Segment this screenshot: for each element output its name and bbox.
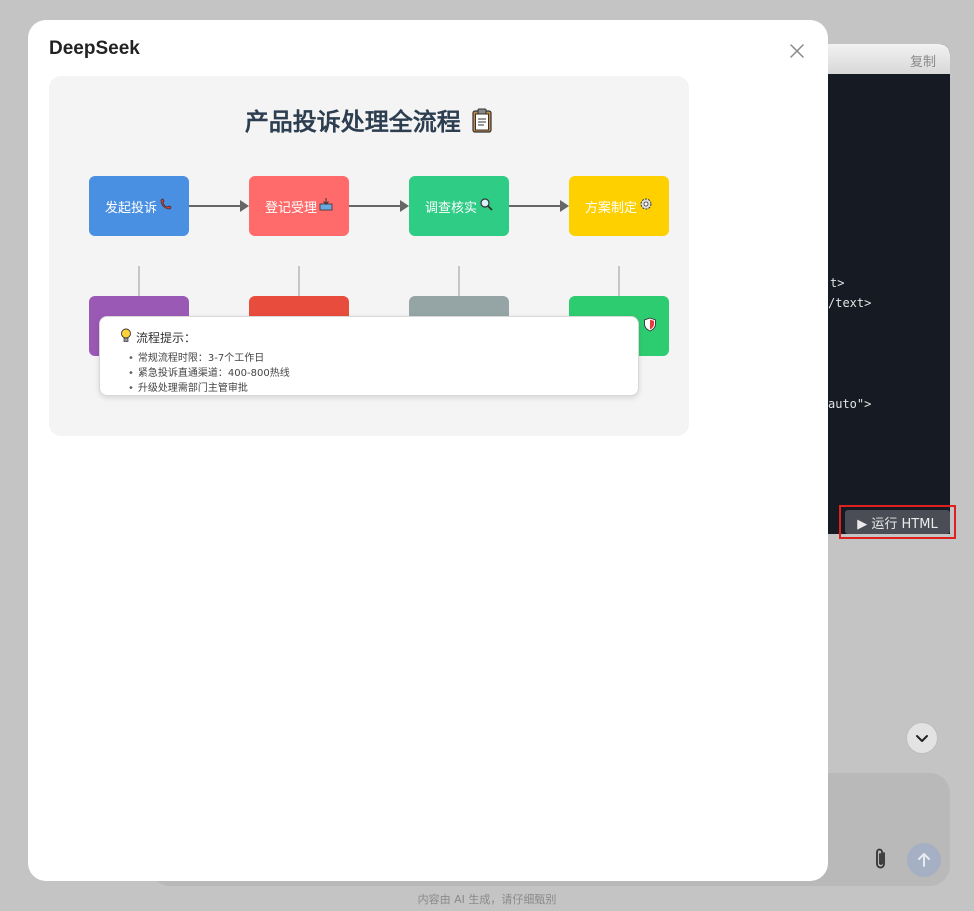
- inbox-icon: [319, 197, 333, 215]
- clipboard-icon: [471, 107, 493, 139]
- scroll-down-button[interactable]: [906, 722, 938, 754]
- connector-line: [298, 266, 300, 296]
- tip-heading: 流程提示：: [120, 328, 196, 346]
- phone-icon: [159, 197, 173, 215]
- step-register: 登记受理: [249, 176, 349, 236]
- flow-arrow: [509, 200, 569, 212]
- run-html-button[interactable]: ▶ 运行 HTML: [845, 510, 950, 534]
- step-initiate-complaint: 发起投诉: [89, 176, 189, 236]
- connector-line: [618, 266, 620, 296]
- tip-item: 升级处理需部门主管审批: [128, 381, 290, 396]
- step-investigate: 调查核实: [409, 176, 509, 236]
- connector-line: [458, 266, 460, 296]
- copy-button[interactable]: 复制: [910, 51, 936, 70]
- connector-line: [138, 266, 140, 296]
- step-label: 登记受理: [264, 200, 317, 216]
- gear-icon: [639, 197, 653, 215]
- send-button[interactable]: [907, 843, 941, 877]
- tip-title: 流程提示：: [136, 330, 197, 345]
- code-line: auto">: [828, 397, 872, 411]
- html-preview-modal: DeepSeek 产品投诉处理全流程 发起投诉 登记受理 调查核实 方案制定 流…: [28, 20, 828, 881]
- modal-title: DeepSeek: [49, 38, 140, 59]
- arrow-up-icon: [918, 853, 930, 867]
- flow-arrow: [349, 200, 409, 212]
- tip-item: 紧急投诉直通渠道：400-800热线: [128, 366, 290, 381]
- step-label: 调查核实: [424, 200, 477, 216]
- magnifier-icon: [479, 197, 493, 215]
- close-button[interactable]: [788, 42, 806, 60]
- html-preview-canvas: 产品投诉处理全流程 发起投诉 登记受理 调查核实 方案制定 流程提示： • 常规…: [49, 76, 689, 436]
- step-plan: 方案制定: [569, 176, 669, 236]
- flow-arrow: [189, 200, 249, 212]
- run-html-label: ▶ 运行 HTML: [857, 516, 938, 532]
- tip-list: 常规流程时限：3-7个工作日 紧急投诉直通渠道：400-800热线 升级处理需部…: [128, 351, 290, 396]
- close-icon: [790, 44, 804, 58]
- paperclip-icon: [876, 848, 885, 869]
- run-html-highlight: ▶ 运行 HTML: [839, 505, 956, 539]
- code-line: t>: [830, 276, 845, 290]
- lightbulb-icon: [120, 328, 132, 346]
- code-line: /text>: [828, 296, 872, 310]
- flow-tip-box: 流程提示： 常规流程时限：3-7个工作日 紧急投诉直通渠道：400-800热线 …: [99, 316, 639, 396]
- tip-item: 常规流程时限：3-7个工作日: [128, 351, 290, 366]
- chevron-down-icon: [916, 735, 928, 742]
- step-label: 方案制定: [584, 200, 637, 216]
- shield-icon: [643, 317, 657, 336]
- step-label: 发起投诉: [104, 200, 157, 216]
- flow-title-text: 产品投诉处理全流程: [244, 108, 461, 136]
- flow-title: 产品投诉处理全流程: [49, 102, 689, 139]
- attach-button[interactable]: [870, 846, 892, 872]
- ai-disclaimer: 内容由 AI 生成，请仔细甄别: [417, 893, 557, 906]
